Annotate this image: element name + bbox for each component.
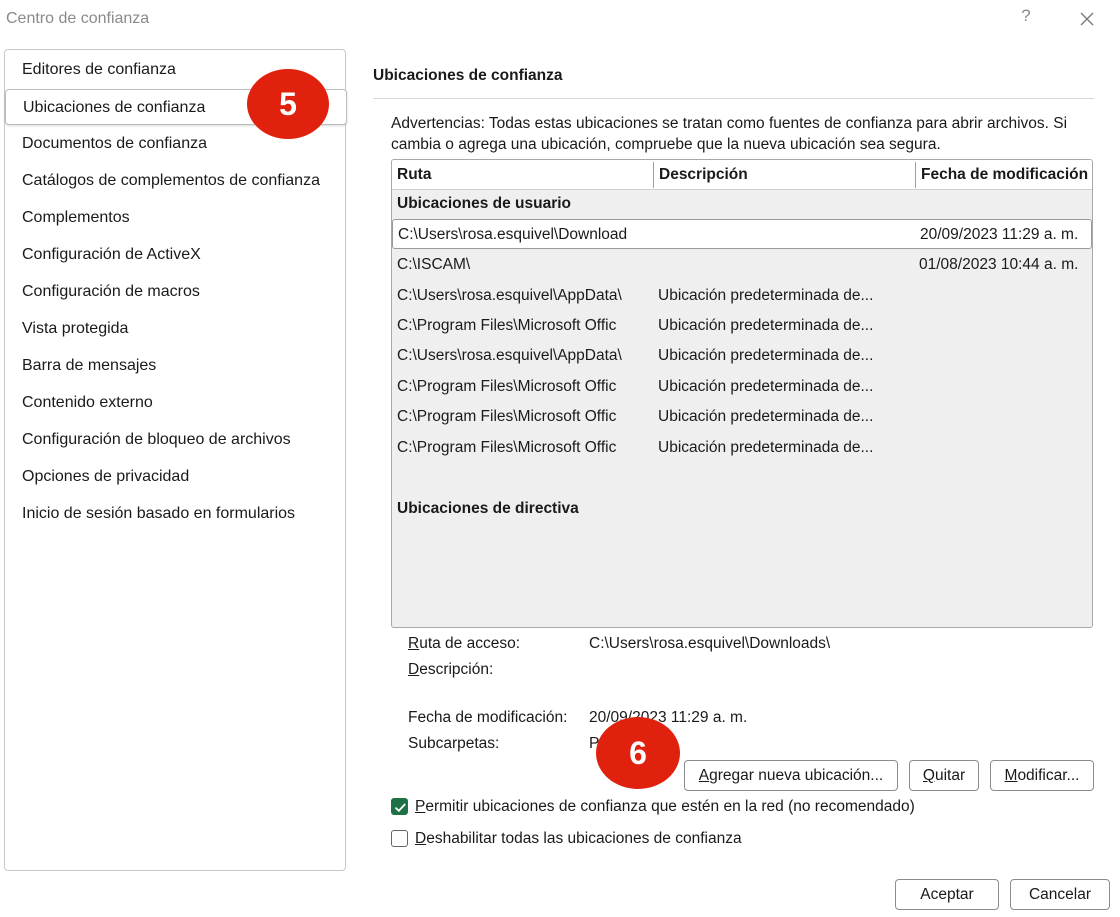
checkmark-icon — [394, 803, 406, 813]
table-row[interactable]: C:\Users\rosa.esquivel\AppData\ Ubicació… — [392, 281, 1092, 311]
sidebar-item-vista-protegida[interactable]: Vista protegida — [5, 311, 347, 347]
sidebar-item-catalogos[interactable]: Catálogos de complementos de confianza — [5, 163, 347, 199]
allow-network-checkbox[interactable] — [391, 798, 408, 815]
row-description: Ubicación predeterminada de... — [658, 317, 874, 334]
modify-button[interactable]: Modificar... — [990, 760, 1094, 791]
row-description: Ubicación predeterminada de... — [658, 347, 874, 364]
group-header-policy: Ubicaciones de directiva — [397, 500, 579, 517]
sidebar-item-macros[interactable]: Configuración de macros — [5, 274, 347, 310]
row-description: Ubicación predeterminada de... — [658, 378, 874, 395]
table-row[interactable]: C:\Program Files\Microsoft Offic Ubicaci… — [392, 402, 1092, 432]
row-path: C:\Program Files\Microsoft Offic — [397, 378, 617, 395]
row-path: C:\ISCAM\ — [397, 256, 471, 273]
step-callout-5: 5 — [247, 69, 329, 139]
help-button[interactable]: ? — [1018, 6, 1034, 28]
sidebar-item-contenido-externo[interactable]: Contenido externo — [5, 385, 347, 421]
section-title: Ubicaciones de confianza — [373, 67, 563, 84]
subfolders-label: Subcarpetas: — [408, 735, 500, 752]
path-value: C:\Users\rosa.esquivel\Downloads\ — [589, 635, 831, 652]
disable-all-label[interactable]: Deshabilitar todas las ubicaciones de co… — [415, 830, 742, 848]
group-header-user: Ubicaciones de usuario — [397, 195, 571, 212]
ok-button[interactable]: Aceptar — [895, 879, 999, 910]
sidebar-item-activex[interactable]: Configuración de ActiveX — [5, 237, 347, 273]
remove-button[interactable]: Quitar — [909, 760, 979, 791]
sidebar-item-privacidad[interactable]: Opciones de privacidad — [5, 459, 347, 495]
locations-table[interactable]: Ruta Descripción Fecha de modificación U… — [391, 159, 1093, 628]
row-path: C:\Program Files\Microsoft Offic — [397, 439, 617, 456]
row-path: C:\Users\rosa.esquivel\Download — [398, 226, 628, 243]
row-path: C:\Users\rosa.esquivel\AppData\ — [397, 287, 622, 304]
sidebar-item-complementos[interactable]: Complementos — [5, 200, 347, 236]
row-date: 01/08/2023 10:44 a. m. — [919, 256, 1079, 273]
allow-network-label[interactable]: Permitir ubicaciones de confianza que es… — [415, 798, 915, 816]
column-header-fecha[interactable]: Fecha de modificación — [916, 160, 1092, 188]
close-icon[interactable] — [1076, 8, 1098, 30]
disable-all-checkbox[interactable] — [391, 830, 408, 847]
row-description: Ubicación predeterminada de... — [658, 287, 874, 304]
table-header: Ruta Descripción Fecha de modificación — [392, 160, 1092, 190]
path-label: Ruta de acceso: — [408, 635, 521, 652]
row-path: C:\Users\rosa.esquivel\AppData\ — [397, 347, 622, 364]
table-row[interactable]: C:\Users\rosa.esquivel\Download 20/09/20… — [392, 219, 1092, 249]
sidebar-item-inicio-sesion[interactable]: Inicio de sesión basado en formularios — [5, 496, 347, 532]
table-row[interactable]: C:\Program Files\Microsoft Offic Ubicaci… — [392, 372, 1092, 402]
row-description: Ubicación predeterminada de... — [658, 439, 874, 456]
section-divider — [373, 98, 1094, 99]
add-location-button[interactable]: Agregar nueva ubicación... — [684, 760, 898, 791]
column-header-ruta[interactable]: Ruta — [392, 160, 653, 188]
cancel-button[interactable]: Cancelar — [1010, 879, 1110, 910]
modified-date-label: Fecha de modificación: — [408, 709, 568, 726]
warning-text: Advertencias: Todas estas ubicaciones se… — [391, 115, 1068, 153]
row-path: C:\Program Files\Microsoft Offic — [397, 317, 617, 334]
column-header-descripcion[interactable]: Descripción — [654, 160, 915, 188]
table-row[interactable]: C:\ISCAM\ 01/08/2023 10:44 a. m. — [392, 250, 1092, 280]
sidebar-item-bloqueo-archivos[interactable]: Configuración de bloqueo de archivos — [5, 422, 347, 458]
table-row[interactable]: C:\Users\rosa.esquivel\AppData\ Ubicació… — [392, 341, 1092, 371]
row-path: C:\Program Files\Microsoft Offic — [397, 408, 617, 425]
sidebar-item-barra-mensajes[interactable]: Barra de mensajes — [5, 348, 347, 384]
table-row[interactable]: C:\Program Files\Microsoft Offic Ubicaci… — [392, 311, 1092, 341]
row-description: Ubicación predeterminada de... — [658, 408, 874, 425]
window-title: Centro de confianza — [6, 10, 150, 27]
row-date: 20/09/2023 11:29 a. m. — [920, 226, 1079, 243]
description-label: Descripción: — [408, 661, 494, 678]
step-callout-6: 6 — [596, 717, 680, 789]
table-row[interactable]: C:\Program Files\Microsoft Offic Ubicaci… — [392, 433, 1092, 463]
sidebar-nav: Editores de confianza Ubicaciones de con… — [4, 49, 347, 871]
